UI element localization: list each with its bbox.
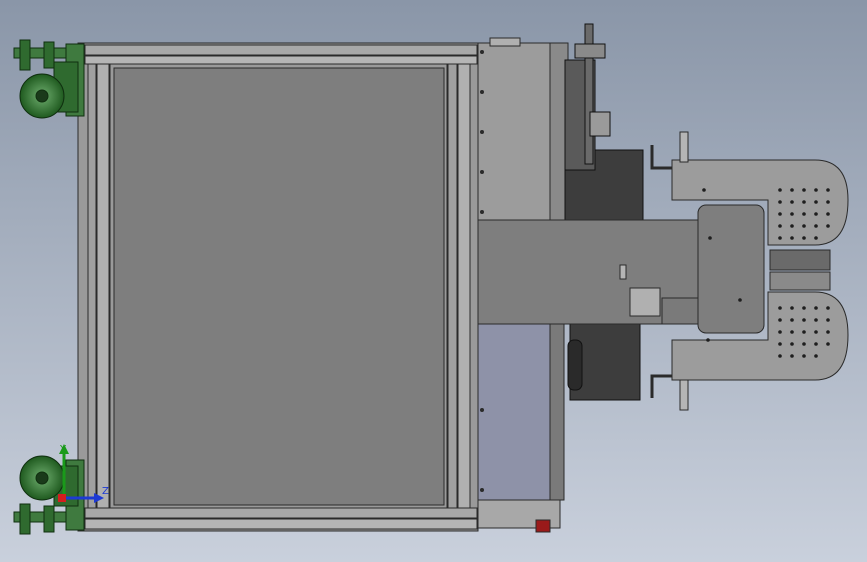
extension-arm: [477, 219, 733, 325]
main-frame: [77, 42, 479, 532]
axis-label-z: Z: [102, 486, 109, 497]
axis-label-y: Y: [59, 444, 67, 455]
cad-viewport[interactable]: Y Z: [0, 0, 867, 562]
cabinet-panel: [113, 67, 445, 506]
